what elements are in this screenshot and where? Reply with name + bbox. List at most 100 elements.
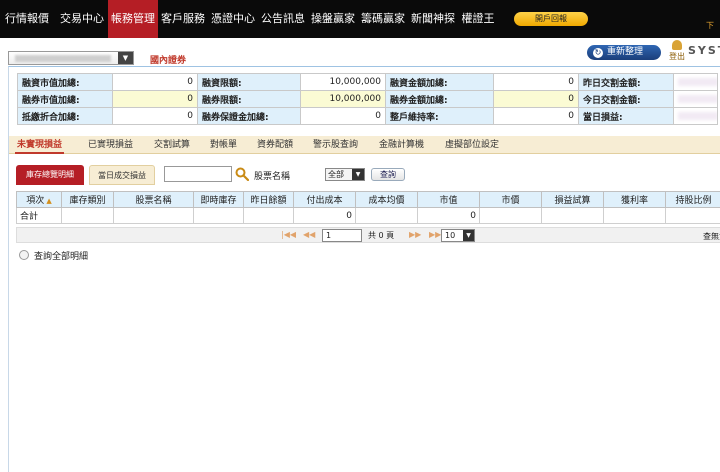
summary-value: 10,000,000 [300,73,386,91]
tab-unrealized-pnl[interactable]: 未實現損益 [14,136,65,154]
summary-label: 融券金額加總: [385,90,494,108]
brand-logo: SYST [688,44,720,57]
chevron-down-icon: ▼ [352,169,364,180]
tab-realized-pnl[interactable]: 已實現損益 [88,136,133,154]
nav-customer-service[interactable]: 客戶服務 [158,0,208,38]
tab-financial-calculator[interactable]: 金融計算機 [379,136,424,154]
summary-value: 10,000,000 [300,90,386,108]
total-cell [479,207,542,224]
prev-page-icon[interactable]: ◀◀ [303,230,315,239]
tab-margin-quota[interactable]: 資券配額 [257,136,293,154]
chevron-down-icon: ▼ [463,230,474,241]
nav-chips-winner[interactable]: 籌碼贏家 [358,0,408,38]
logout-label: 登出 [669,52,685,61]
inventory-grid: 項次 ▲ 庫存類別 股票名稱 即時庫存 昨日餘額 付出成本 成本均價 市值 市價 損益試算 獲利率 持股… [16,191,720,226]
total-cell [113,207,194,224]
total-cell [541,207,604,224]
no-data-status: 查無資 [703,232,720,241]
summary-value-masked [673,73,718,91]
stock-search-input[interactable] [164,166,232,182]
nav-accounting[interactable]: 帳務管理 [108,0,158,38]
column-header-label: 付出成本 [306,196,343,206]
total-cell [243,207,294,224]
column-header[interactable]: 昨日餘額 [243,191,294,208]
tab-virtual-position[interactable]: 虛擬部位設定 [445,136,499,154]
column-header-label: 股票名稱 [135,196,172,206]
query-all-details-checkbox[interactable] [19,250,29,260]
nav-quotes[interactable]: 行情報價 [0,0,54,38]
query-all-details-label: 查詢全部明細 [34,252,89,262]
summary-label: 融券保證金加總: [197,107,301,125]
refresh-label: 重新整理 [607,47,644,57]
tab-inventory-overview[interactable]: 庫存總覽明細 [16,165,84,185]
summary-row: 融資市值加總: 0 融資限額: 10,000,000 融資金額加總: 0 昨日交割金額: [17,73,718,91]
next-page-icon[interactable]: ▶▶ [409,230,421,239]
nav-trading[interactable]: 交易中心 [56,0,108,38]
page-total-text: 共 0 頁 [368,231,395,240]
summary-label: 融資限額: [197,73,301,91]
account-select[interactable]: ▼ [8,51,134,65]
summary-label: 昨日交割金額: [578,73,674,91]
column-header[interactable]: 項次 ▲ [16,191,62,208]
tab-today-trade-pnl[interactable]: 當日成交損益 [89,165,155,185]
search-icon[interactable] [235,167,249,181]
column-header-label: 成本均價 [368,196,405,206]
column-header[interactable]: 市值 [417,191,480,208]
summary-value: 0 [493,90,579,108]
page-size-select[interactable]: 10 ▼ [441,229,475,242]
refresh-icon: ↻ [593,48,603,58]
column-header-label: 項次 [26,196,45,206]
top-nav-bar: 行情報價 交易中心 帳務管理 客戶服務 憑證中心 公告訊息 操盤贏家 籌碼贏家 … [0,0,720,38]
column-header[interactable]: 付出成本 [293,191,356,208]
column-header-label: 昨日餘額 [250,196,287,206]
query-button[interactable]: 查詢 [371,168,405,181]
account-summary-table: 融資市值加總: 0 融資限額: 10,000,000 融資金額加總: 0 昨日交割金額: 融券… [17,73,718,125]
total-cell [665,207,720,224]
column-header-label: 持股比例 [675,196,712,206]
tab-settlement-calc[interactable]: 交割試算 [154,136,190,154]
logout-button[interactable]: 登出 [667,40,687,62]
summary-label: 融券限額: [197,90,301,108]
column-header[interactable]: 損益試算 [541,191,604,208]
summary-label: 抵繳折合加總: [17,107,113,125]
summary-value: 0 [300,107,386,125]
type-filter-select[interactable]: 全部 ▼ [325,168,365,181]
column-header[interactable]: 股票名稱 [113,191,194,208]
tab-statement[interactable]: 對帳單 [210,136,237,154]
summary-row: 融券市值加總: 0 融券限額: 10,000,000 融券金額加總: 0 今日交割金額: [17,90,718,108]
nav-corner-text: 下 [706,21,714,30]
tab-alert-stock-query[interactable]: 警示股查詢 [313,136,358,154]
summary-value-masked [673,90,718,108]
account-opening-report-button[interactable]: 開戶回報 [514,12,588,26]
column-header[interactable]: 持股比例 [665,191,720,208]
total-cell: 合計 [16,207,62,224]
summary-label: 融券市值加總: [17,90,113,108]
function-tab-bar: 未實現損益 已實現損益 交割試算 對帳單 資券配額 警示股查詢 金融計算機 虛擬… [9,136,720,154]
domestic-securities-tab[interactable]: 國內證券 [150,53,186,66]
total-cell [355,207,418,224]
column-header[interactable]: 即時庫存 [193,191,244,208]
column-header[interactable]: 市價 [479,191,542,208]
column-header[interactable]: 獲利率 [603,191,666,208]
nav-warrant-king[interactable]: 權證王 [458,0,498,38]
column-header-label: 損益試算 [554,196,591,206]
stock-name-label: 股票名稱 [254,172,291,182]
chevron-down-icon: ▼ [118,52,133,64]
nav-certificate[interactable]: 憑證中心 [208,0,258,38]
total-cell: 0 [293,207,356,224]
column-header-label: 獲利率 [620,196,648,206]
total-cell [603,207,666,224]
nav-news-detective[interactable]: 新聞神探 [408,0,458,38]
nav-announcements[interactable]: 公告訊息 [258,0,308,38]
account-number-masked [15,55,111,62]
nav-trading-winner[interactable]: 操盤贏家 [308,0,358,38]
summary-value: 0 [112,90,198,108]
column-header[interactable]: 庫存類別 [61,191,114,208]
sort-ascending-icon: ▲ [46,197,52,205]
first-page-icon[interactable]: |◀◀ [281,230,296,239]
page-number-input[interactable]: 1 [322,229,362,242]
summary-label: 整戶維持率: [385,107,494,125]
column-header-label: 即時庫存 [200,196,237,206]
refresh-button[interactable]: ↻ 重新整理 [587,45,661,60]
column-header[interactable]: 成本均價 [355,191,418,208]
